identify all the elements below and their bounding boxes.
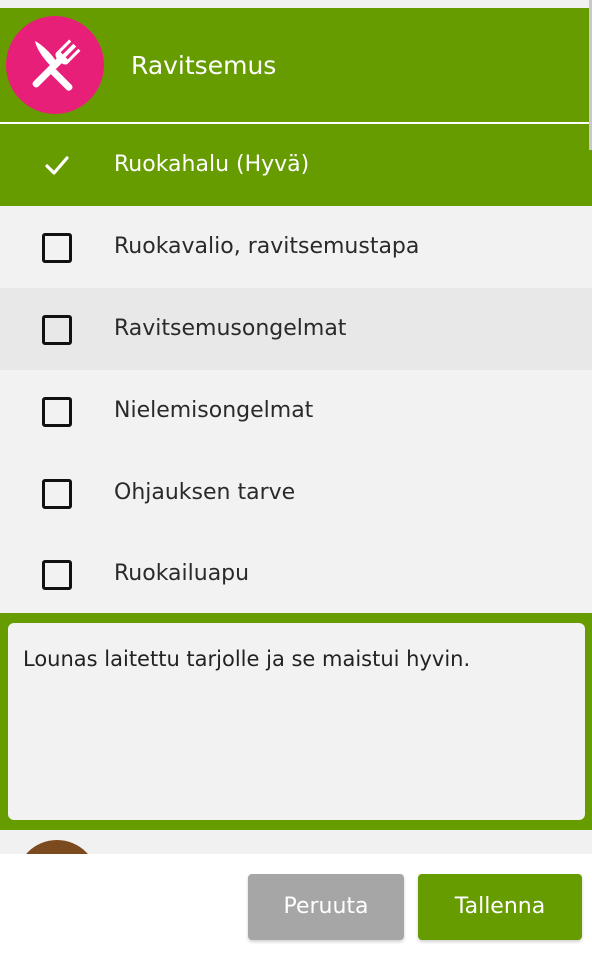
checkbox[interactable]	[42, 233, 72, 263]
option-row-appetite[interactable]: Ruokahalu (Hyvä)	[0, 124, 592, 206]
checkbox[interactable]	[42, 315, 72, 345]
option-label: Nielemisongelmat	[114, 398, 314, 423]
option-label: Ruokailuapu	[114, 561, 250, 586]
option-row-guidance-need[interactable]: Ohjauksen tarve	[0, 452, 592, 534]
fork-knife-icon	[6, 16, 104, 114]
checkbox[interactable]	[42, 397, 72, 427]
checkbox[interactable]	[42, 479, 72, 509]
notes-container: Lounas laitettu tarjolle ja se maistui h…	[0, 613, 592, 830]
option-row-swallowing-problems[interactable]: Nielemisongelmat	[0, 370, 592, 452]
category-title: Ravitsemus	[131, 51, 277, 80]
option-label: Ruokavalio, ravitsemustapa	[114, 234, 420, 259]
category-icon	[16, 840, 98, 854]
top-edge	[0, 0, 592, 8]
save-button[interactable]: Tallenna	[418, 874, 582, 940]
cancel-button[interactable]: Peruuta	[248, 874, 404, 940]
dialog-footer: Peruuta Tallenna	[0, 854, 592, 958]
next-category-peek	[0, 830, 592, 854]
option-label: Ravitsemusongelmat	[114, 316, 347, 341]
option-label: Ohjauksen tarve	[114, 480, 296, 505]
check-icon	[45, 156, 69, 175]
option-row-diet[interactable]: Ruokavalio, ravitsemustapa	[0, 206, 592, 288]
category-header[interactable]: Ravitsemus	[0, 8, 592, 124]
option-row-eating-assistance[interactable]: Ruokailuapu	[0, 534, 592, 613]
option-label: Ruokahalu (Hyvä)	[114, 152, 310, 177]
option-row-nutrition-problems[interactable]: Ravitsemusongelmat	[0, 288, 592, 370]
notes-textarea[interactable]: Lounas laitettu tarjolle ja se maistui h…	[8, 623, 585, 820]
checkbox[interactable]	[42, 560, 72, 590]
